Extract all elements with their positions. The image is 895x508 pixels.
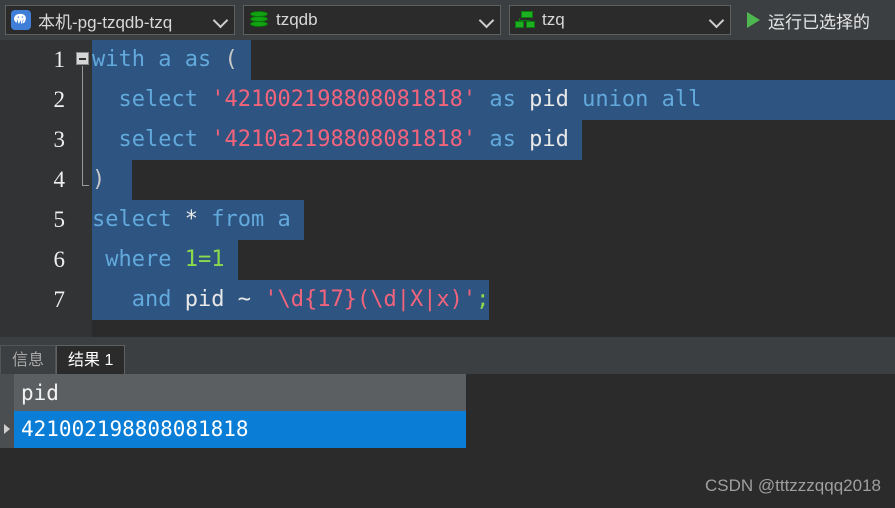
tab-messages[interactable]: 信息	[0, 345, 57, 374]
database-label: tzqdb	[276, 10, 318, 29]
grid-column-header-pid[interactable]: pid	[14, 381, 466, 405]
token-keyword: from	[211, 207, 265, 232]
tab-result-1[interactable]: 结果 1	[56, 345, 126, 374]
line-number: 6	[53, 247, 66, 272]
database-icon	[249, 10, 269, 30]
code-folding-gutter[interactable]	[74, 40, 92, 337]
token-semicolon: ;	[476, 287, 490, 312]
sql-editor[interactable]: 1 2 3 4 5 6 7 with a as ( select '421002…	[0, 40, 895, 337]
row-pointer-icon	[0, 411, 14, 448]
chevron-down-icon[interactable]	[212, 11, 230, 29]
chevron-down-icon[interactable]	[478, 11, 496, 29]
schema-label: tzq	[542, 10, 565, 29]
line-number: 5	[53, 207, 66, 232]
line-number: 7	[53, 287, 66, 312]
token-operator: ~	[237, 287, 251, 312]
token-star: *	[184, 207, 198, 232]
schema-icon	[515, 10, 535, 30]
sql-editor-window: 本机-pg-tzqdb-tzq tzqdb tzq 运行已选择的 1 2 3 4	[0, 0, 895, 508]
line-number-gutter: 1 2 3 4 5 6 7	[0, 40, 74, 337]
grid-header-row: pid	[0, 374, 466, 411]
token-keyword: select	[118, 127, 198, 152]
token-keyword: select	[118, 87, 198, 112]
token-identifier: pid	[184, 287, 225, 312]
line-number: 1	[53, 47, 66, 72]
postgresql-elephant-icon	[11, 10, 31, 30]
token-identifier: pid	[529, 87, 569, 112]
token-keyword: as	[489, 87, 516, 112]
token-identifier: a	[158, 47, 172, 72]
token-keyword: as	[489, 127, 516, 152]
token-keyword: and	[131, 287, 172, 312]
code-line[interactable]: select * from a	[92, 200, 895, 240]
run-selected-button[interactable]: 运行已选择的	[741, 5, 876, 35]
connection-selector[interactable]: 本机-pg-tzqdb-tzq	[5, 5, 235, 35]
code-line[interactable]: where 1=1	[92, 240, 895, 280]
token-paren: (	[224, 47, 238, 72]
schema-selector[interactable]: tzq	[509, 5, 731, 35]
watermark: CSDN @tttzzzqqq2018	[704, 476, 881, 495]
run-selected-label: 运行已选择的	[768, 12, 870, 32]
collapse-minus-icon[interactable]	[76, 52, 89, 65]
token-string: '421002198808081818'	[211, 87, 477, 112]
code-line[interactable]: )	[92, 160, 895, 200]
line-number: 3	[53, 127, 66, 152]
code-area[interactable]: with a as ( select '421002198808081818' …	[92, 40, 895, 337]
token-operator: =	[197, 247, 212, 272]
toolbar: 本机-pg-tzqdb-tzq tzqdb tzq 运行已选择的	[0, 0, 895, 40]
token-identifier: a	[277, 207, 291, 232]
fold-range-line	[82, 66, 83, 186]
chevron-down-icon[interactable]	[708, 11, 726, 29]
token-keyword: union	[582, 87, 649, 112]
token-keyword: select	[92, 207, 172, 232]
line-number: 2	[53, 87, 66, 112]
token-keyword: where	[105, 247, 172, 272]
code-line[interactable]: select '421002198808081818' as pid union…	[92, 80, 895, 120]
token-number: 1	[211, 247, 225, 272]
token-string: '4210a2198808081818'	[211, 127, 477, 152]
database-selector[interactable]: tzqdb	[243, 5, 501, 35]
token-paren: )	[92, 167, 106, 192]
line-number: 4	[53, 167, 66, 192]
token-keyword: as	[184, 47, 212, 72]
result-tabbar: 信息 结果 1	[0, 337, 895, 374]
connection-label: 本机-pg-tzqdb-tzq	[38, 12, 173, 32]
code-line[interactable]: select '4210a2198808081818' as pid	[92, 120, 895, 160]
code-line[interactable]: and pid ~ '\d{17}(\d|X|x)';	[92, 280, 895, 320]
code-line[interactable]: with a as (	[92, 40, 895, 80]
token-keyword: all	[661, 87, 702, 112]
token-string: '\d{17}(\d|X|x)'	[264, 287, 477, 312]
token-identifier: pid	[529, 127, 569, 152]
grid-corner-cell	[0, 374, 14, 411]
table-row[interactable]: 421002198808081818	[0, 411, 466, 448]
token-number: 1	[184, 247, 198, 272]
token-keyword: with	[92, 47, 145, 72]
fold-range-end	[82, 185, 89, 186]
play-icon	[747, 12, 760, 28]
grid-cell-pid[interactable]: 421002198808081818	[14, 411, 466, 448]
